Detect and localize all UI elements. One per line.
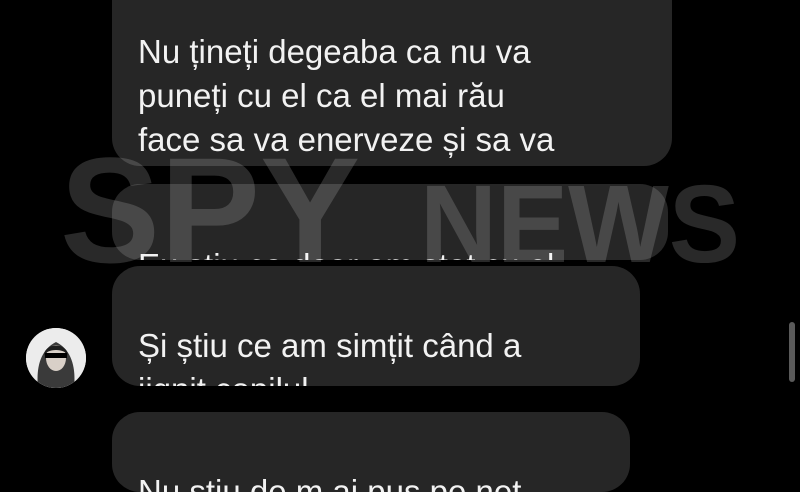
scrollbar-thumb[interactable] — [789, 322, 795, 382]
message-text-1: Nu țineți degeaba ca nu va puneți cu el … — [138, 33, 555, 166]
avatar-photo — [26, 328, 86, 388]
message-text-3: Și știu ce am simțit când a jignit copil… — [138, 327, 522, 386]
message-bubble-3[interactable]: Și știu ce am simțit când a jignit copil… — [112, 266, 640, 386]
sender-avatar[interactable] — [26, 328, 86, 388]
message-bubble-2[interactable]: Eu știu ca doar am stat cu el — [112, 184, 668, 260]
message-bubble-4[interactable]: Nu știu de m ai pus pe net — [112, 412, 630, 492]
message-text-4: Nu știu de m ai pus pe net — [138, 473, 522, 492]
message-text-2: Eu știu ca doar am stat cu el — [138, 247, 554, 260]
message-bubble-1[interactable]: Nu țineți degeaba ca nu va puneți cu el … — [112, 0, 672, 166]
